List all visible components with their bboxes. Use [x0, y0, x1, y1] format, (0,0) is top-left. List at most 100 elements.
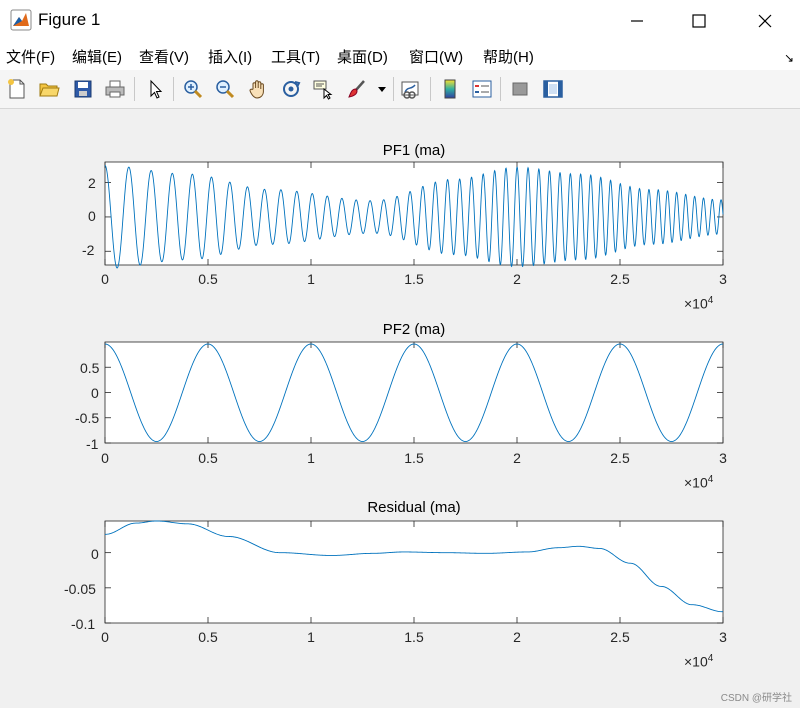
- axes-2-xtick: 3: [719, 450, 727, 466]
- axes-1-xtick: 2: [513, 271, 521, 287]
- legend-icon: [472, 80, 492, 98]
- axes-1-xtick: 0: [101, 271, 109, 287]
- legend-button[interactable]: [470, 77, 494, 101]
- zoom-out-icon: [216, 80, 235, 99]
- axes-2-title: PF2 (ma): [382, 321, 446, 338]
- close-icon: [758, 14, 772, 28]
- pan-button[interactable]: [246, 77, 270, 101]
- axes-2-ytick: 0: [91, 385, 99, 401]
- axes-3-xtick: 2.5: [610, 629, 630, 645]
- axes-3-xtick: 3: [719, 629, 727, 645]
- axes-3-title: Residual (ma): [367, 499, 461, 516]
- axes-2-xtick: 0: [101, 450, 109, 466]
- menu-tools[interactable]: 工具(T): [271, 46, 320, 67]
- axes-3-xtick: 1: [307, 629, 315, 645]
- axes-3-ytick: -0.05: [64, 581, 96, 597]
- link-plot-icon: [401, 81, 419, 99]
- maximize-button[interactable]: [676, 0, 722, 42]
- axes-2-xtick: 1: [307, 450, 315, 466]
- brush-button[interactable]: [344, 77, 368, 101]
- open-file-button[interactable]: [37, 77, 61, 101]
- axes-3-xtick: 0.5: [198, 629, 218, 645]
- data-cursor-icon: [313, 80, 333, 100]
- show-plot-tools-button[interactable]: [541, 77, 565, 101]
- axes-3-xtick: 0: [101, 629, 109, 645]
- pointer-button[interactable]: [143, 77, 167, 101]
- axes-3-xtick: 1.5: [404, 629, 424, 645]
- figure-canvas: PF1 (ma) 2 0 -2 0 0.5 1 1.5 2 2.5 3 ×104…: [0, 109, 800, 708]
- link-plot-button[interactable]: [398, 77, 422, 101]
- toolbar-separator: [430, 77, 431, 101]
- save-icon: [74, 80, 92, 98]
- matlab-icon: [10, 9, 32, 31]
- axes-1-xtick: 2.5: [610, 271, 630, 287]
- axes-3[interactable]: [104, 520, 724, 624]
- menu-file[interactable]: 文件(F): [6, 46, 55, 67]
- save-button[interactable]: [71, 77, 95, 101]
- dock-arrow-icon[interactable]: ↘: [784, 51, 794, 65]
- open-file-icon: [39, 83, 60, 97]
- zoom-in-icon: [184, 80, 203, 99]
- colorbar-button[interactable]: [438, 77, 462, 101]
- axes-2-x-exponent: ×104: [684, 474, 714, 491]
- menu-desktop[interactable]: 桌面(D): [337, 46, 388, 67]
- axes-2-xtick: 1.5: [404, 450, 424, 466]
- show-plot-tools-icon: [543, 80, 563, 98]
- brush-dropdown-button[interactable]: [375, 77, 389, 101]
- axes-1-xtick: 0.5: [198, 271, 218, 287]
- menu-insert[interactable]: 插入(I): [208, 46, 252, 67]
- axes-1-ytick: 0: [88, 208, 96, 224]
- toolbar-separator: [173, 77, 174, 101]
- minimize-button[interactable]: [614, 0, 660, 42]
- title-bar: Figure 1: [0, 0, 800, 42]
- axes-2-xtick: 0.5: [198, 450, 218, 466]
- colorbar-icon: [444, 79, 456, 99]
- axes-1-x-exponent: ×104: [684, 295, 714, 312]
- zoom-out-button[interactable]: [213, 77, 237, 101]
- rotate-3d-button[interactable]: [279, 77, 303, 101]
- toolbar-separator: [500, 77, 501, 101]
- maximize-icon: [692, 14, 706, 28]
- menu-bar: 文件(F) 编辑(E) 查看(V) 插入(I) 工具(T) 桌面(D) 窗口(W…: [0, 42, 800, 70]
- axes-2-xtick: 2.5: [610, 450, 630, 466]
- hide-plot-tools-button[interactable]: [508, 77, 532, 101]
- axes-1-title: PF1 (ma): [382, 142, 446, 159]
- axes-3-ytick: 0: [91, 546, 99, 562]
- axes-3-ytick: -0.1: [71, 616, 96, 632]
- brush-dropdown-icon: [378, 87, 386, 92]
- axes-1-ytick: -2: [82, 242, 95, 258]
- brush-icon: [348, 80, 365, 98]
- new-figure-icon: [8, 79, 25, 99]
- axes-2[interactable]: [104, 341, 724, 444]
- window-title: Figure 1: [38, 10, 101, 29]
- toolbar-separator: [134, 77, 135, 101]
- minimize-icon: [631, 20, 643, 22]
- menu-help[interactable]: 帮助(H): [483, 46, 534, 67]
- pointer-icon: [150, 79, 163, 99]
- axes-1-ytick: 2: [88, 175, 96, 191]
- axes-2-xtick: 2: [513, 450, 521, 466]
- print-button[interactable]: [103, 77, 127, 101]
- axes-3-xtick: 2: [513, 629, 521, 645]
- rotate-3d-icon: [283, 81, 301, 97]
- zoom-in-button[interactable]: [181, 77, 205, 101]
- close-button[interactable]: [742, 0, 788, 42]
- axes-2-ytick: -0.5: [75, 410, 100, 426]
- axes-3-x-exponent: ×104: [684, 653, 714, 670]
- print-icon: [105, 80, 125, 98]
- axes-2-ytick: 0.5: [80, 360, 100, 376]
- axes-1-xtick: 1.5: [404, 271, 424, 287]
- hide-plot-tools-icon: [512, 82, 528, 96]
- pan-hand-icon: [249, 80, 264, 99]
- new-figure-button[interactable]: [5, 77, 29, 101]
- data-cursor-button[interactable]: [311, 77, 335, 101]
- axes-1[interactable]: [104, 161, 724, 269]
- axes-1-xtick: 3: [719, 271, 727, 287]
- menu-view[interactable]: 查看(V): [139, 46, 189, 67]
- menu-window[interactable]: 窗口(W): [409, 46, 463, 67]
- watermark: CSDN @研学社: [720, 693, 792, 704]
- toolbar-separator: [393, 77, 394, 101]
- axes-1-xtick: 1: [307, 271, 315, 287]
- menu-edit[interactable]: 编辑(E): [72, 46, 122, 67]
- axes-2-ytick: -1: [86, 436, 99, 452]
